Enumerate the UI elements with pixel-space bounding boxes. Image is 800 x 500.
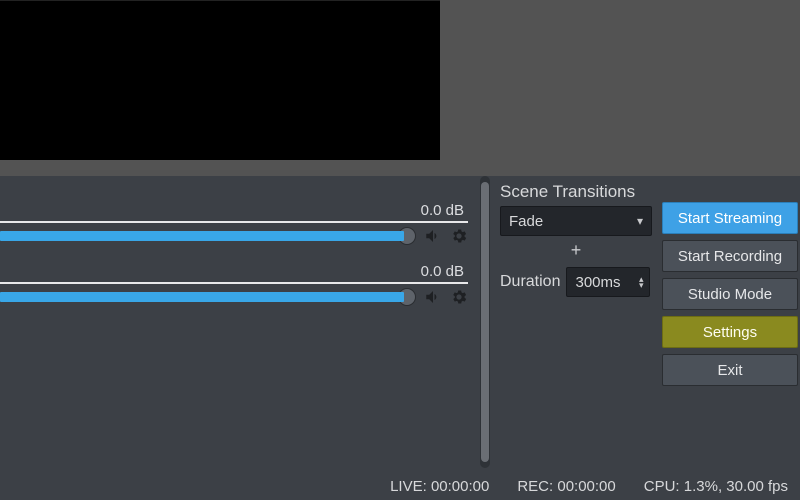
spinbox-arrows[interactable]: ▴ ▾: [639, 276, 644, 288]
mixer-meter: [0, 282, 468, 284]
volume-slider[interactable]: [0, 231, 404, 241]
preview-empty: [440, 0, 800, 176]
status-cpu: CPU: 1.3%, 30.00 fps: [644, 478, 788, 495]
mixer-channel: 0.0 dB: [0, 263, 468, 306]
transition-select[interactable]: Fade ▾: [500, 206, 652, 236]
duration-label: Duration: [500, 273, 560, 291]
start-streaming-button[interactable]: Start Streaming: [662, 202, 798, 234]
start-recording-button[interactable]: Start Recording: [662, 240, 798, 272]
transition-selected: Fade: [509, 213, 543, 230]
status-rec: REC: 00:00:00: [517, 478, 615, 495]
transition-duration-row: Duration 300ms ▴ ▾: [500, 267, 654, 297]
duration-value: 300ms: [575, 274, 620, 291]
preview-area: [0, 0, 800, 176]
studio-mode-button[interactable]: Studio Mode: [662, 278, 798, 310]
speaker-icon[interactable]: [424, 227, 442, 245]
mixer-scrollbar[interactable]: [480, 176, 490, 468]
mixer-meter: [0, 221, 468, 223]
gear-icon[interactable]: [450, 227, 468, 245]
settings-button[interactable]: Settings: [662, 316, 798, 348]
gear-icon[interactable]: [450, 288, 468, 306]
scene-transitions-title: Scene Transitions: [500, 182, 654, 202]
lower-panels: 0.0 dB 0.0 dB: [0, 176, 800, 472]
mixer-scrollbar-thumb[interactable]: [481, 182, 489, 462]
audio-mixer: 0.0 dB 0.0 dB: [0, 176, 490, 472]
mixer-db-label: 0.0 dB: [0, 202, 468, 219]
controls-panel: Start Streaming Start Recording Studio M…: [662, 176, 800, 472]
mixer-db-label: 0.0 dB: [0, 263, 468, 280]
chevron-down-icon: ▾: [639, 282, 644, 288]
chevron-down-icon: ▾: [637, 214, 643, 228]
volume-slider[interactable]: [0, 292, 404, 302]
status-bar: LIVE: 00:00:00 REC: 00:00:00 CPU: 1.3%, …: [0, 472, 800, 500]
status-live: LIVE: 00:00:00: [390, 478, 489, 495]
scene-transitions-panel: Scene Transitions Fade ▾ + Duration 300m…: [490, 176, 662, 472]
add-transition-button[interactable]: +: [500, 240, 652, 261]
mixer-slider-row: [0, 227, 468, 245]
mixer-slider-row: [0, 288, 468, 306]
mixer-channel: 0.0 dB: [0, 202, 468, 245]
preview-canvas[interactable]: [0, 0, 440, 160]
exit-button[interactable]: Exit: [662, 354, 798, 386]
speaker-icon[interactable]: [424, 288, 442, 306]
plus-icon: +: [571, 240, 582, 260]
obs-window: 0.0 dB 0.0 dB: [0, 0, 800, 500]
duration-input[interactable]: 300ms ▴ ▾: [566, 267, 650, 297]
